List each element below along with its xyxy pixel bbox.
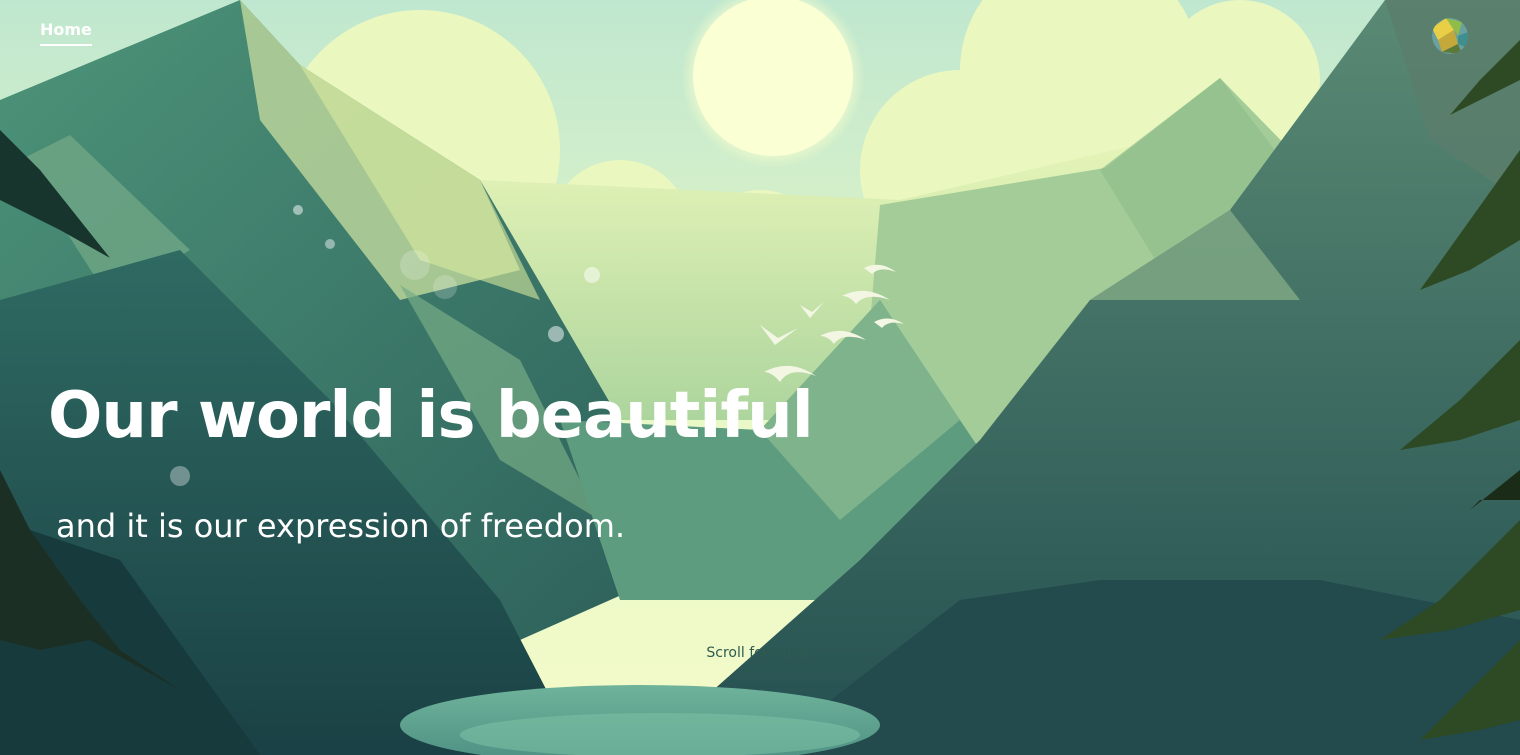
user-avatar-icon[interactable] — [1432, 18, 1468, 54]
scroll-hint-text: Scroll for more. — [706, 645, 814, 661]
hero-title: Our world is beautiful — [48, 379, 814, 453]
hero-section: Home Our world is beautiful and it is ou… — [0, 0, 1520, 755]
nav-home-link[interactable]: Home — [40, 20, 92, 46]
hero-subtitle: and it is our expression of freedom. — [56, 507, 626, 545]
scroll-hint[interactable]: Scroll for more. — [0, 644, 1520, 662]
